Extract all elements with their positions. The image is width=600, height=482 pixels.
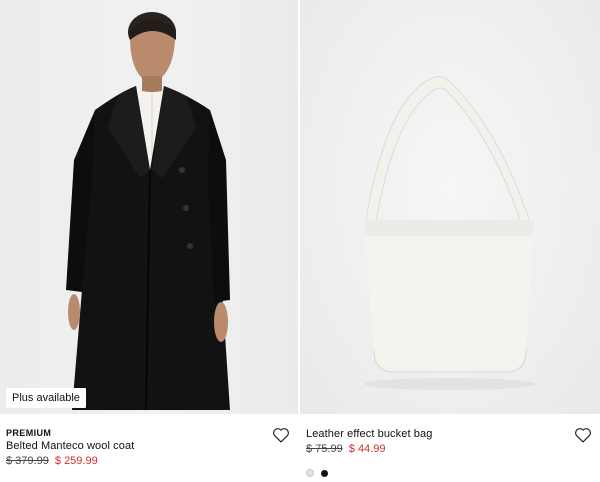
coat-photo [66, 12, 230, 411]
premium-tag: PREMIUM [6, 428, 52, 438]
heart-outline-icon[interactable] [272, 427, 290, 443]
heart-outline-icon[interactable] [574, 427, 592, 443]
plus-available-badge: Plus available [6, 388, 86, 408]
color-swatches [306, 464, 331, 482]
product-name[interactable]: Belted Manteco wool coat [6, 440, 134, 452]
product-card-coat[interactable]: Plus available PREMIUM Belted Manteco wo… [0, 0, 298, 468]
product-image-coat[interactable]: Plus available [0, 0, 298, 414]
product-grid: Plus available PREMIUM Belted Manteco wo… [0, 0, 600, 477]
swatch-off-white[interactable] [306, 469, 314, 477]
product-info-coat: PREMIUM Belted Manteco wool coat $ 379.9… [0, 414, 298, 468]
sale-price: $ 259.99 [54, 455, 98, 467]
product-image-bag[interactable] [300, 0, 600, 414]
price-block: $ 379.99 $ 259.99 [6, 455, 98, 467]
product-info-bag: Leather effect bucket bag $ 75.99 $ 44.9… [300, 414, 600, 477]
price-block: $ 75.99 $ 44.99 [306, 443, 385, 455]
product-name[interactable]: Leather effect bucket bag [306, 428, 432, 440]
swatch-black[interactable] [321, 470, 329, 477]
sale-price: $ 44.99 [348, 443, 386, 455]
original-price: $ 379.99 [6, 455, 49, 467]
product-card-bag[interactable]: Leather effect bucket bag $ 75.99 $ 44.9… [300, 0, 600, 477]
bag-photo [364, 76, 536, 390]
original-price: $ 75.99 [306, 443, 343, 455]
